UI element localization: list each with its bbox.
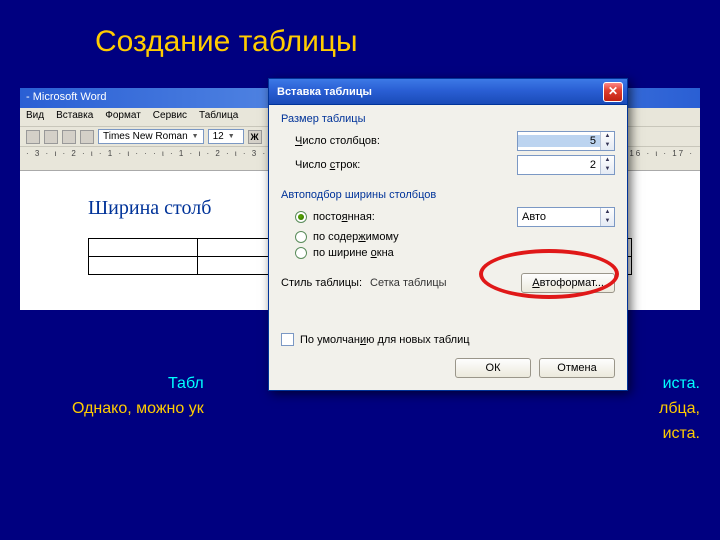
default-checkbox[interactable]	[281, 333, 294, 346]
dialog-titlebar[interactable]: Вставка таблицы ✕	[269, 79, 627, 105]
font-name: Times New Roman	[103, 131, 188, 142]
menu-view[interactable]: Вид	[26, 110, 44, 124]
row-columns: Число столбцов: 5 ▲▼	[295, 131, 615, 151]
columns-label: Число столбцов:	[295, 135, 517, 147]
group-size: Размер таблицы	[281, 113, 615, 125]
row-window: по ширине окна	[295, 247, 615, 259]
row-default-check: По умолчанию для новых таблиц	[281, 333, 615, 346]
bold-icon[interactable]: Ж	[248, 130, 262, 144]
toolbar-icon[interactable]	[80, 130, 94, 144]
radio-fixed[interactable]	[295, 211, 307, 223]
body-line-2: Однако, можно ук лбца,	[20, 400, 700, 418]
menu-table[interactable]: Таблица	[199, 110, 238, 124]
spin-buttons[interactable]: ▲▼	[600, 132, 614, 150]
row-content: по содержимому	[295, 231, 615, 243]
font-size: 12	[213, 131, 224, 142]
ok-button[interactable]: ОК	[455, 358, 531, 378]
radio-content-label: по содержимому	[313, 231, 399, 243]
body-line-3: иста.	[20, 425, 700, 443]
row-rows: Число строк: 2 ▲▼	[295, 155, 615, 175]
menu-service[interactable]: Сервис	[153, 110, 187, 124]
insert-table-dialog: Вставка таблицы ✕ Размер таблицы Число с…	[268, 78, 628, 391]
toolbar-icon[interactable]	[62, 130, 76, 144]
toolbar-icon[interactable]	[26, 130, 40, 144]
text-fragment: иста.	[663, 425, 700, 443]
toolbar-icon[interactable]	[44, 130, 58, 144]
width-spinbox[interactable]: Авто ▲▼	[517, 207, 615, 227]
columns-value: 5	[518, 135, 600, 147]
close-icon[interactable]: ✕	[603, 82, 623, 102]
cancel-button[interactable]: Отмена	[539, 358, 615, 378]
radio-fixed-label: постоянная:	[313, 211, 375, 223]
width-value: Авто	[518, 211, 600, 223]
row-style: Стиль таблицы: Сетка таблицы Автоформат.…	[281, 273, 615, 293]
dialog-buttons: ОК Отмена	[281, 358, 615, 378]
rows-spinbox[interactable]: 2 ▲▼	[517, 155, 615, 175]
menu-format[interactable]: Формат	[105, 110, 141, 124]
font-selector[interactable]: Times New Roman ▼	[98, 129, 204, 144]
dropdown-icon: ▼	[228, 133, 235, 140]
text-fragment: иста.	[663, 375, 700, 393]
autoformat-button[interactable]: Автоформат...	[521, 273, 615, 293]
default-checkbox-label: По умолчанию для новых таблиц	[300, 334, 470, 346]
rows-value: 2	[518, 159, 600, 171]
spin-buttons[interactable]: ▲▼	[600, 208, 614, 226]
text-fragment: лбца,	[659, 400, 700, 418]
menu-insert[interactable]: Вставка	[56, 110, 93, 124]
spin-buttons[interactable]: ▲▼	[600, 156, 614, 174]
radio-content[interactable]	[295, 231, 307, 243]
columns-spinbox[interactable]: 5 ▲▼	[517, 131, 615, 151]
radio-window[interactable]	[295, 247, 307, 259]
row-fixed: постоянная: Авто ▲▼	[295, 207, 615, 227]
style-value: Сетка таблицы	[370, 277, 513, 289]
dialog-title: Вставка таблицы	[277, 86, 372, 98]
radio-window-label: по ширине окна	[313, 247, 394, 259]
dropdown-icon: ▼	[192, 133, 199, 140]
style-label: Стиль таблицы:	[281, 277, 362, 289]
group-autofit: Автоподбор ширины столбцов	[281, 189, 615, 201]
ruler-left: · 3 · ι · 2 · ι · 1 · ι · · · ι · 1 · ι …	[26, 149, 295, 158]
font-size-selector[interactable]: 12 ▼	[208, 129, 244, 144]
text-fragment: Табл	[168, 375, 204, 392]
text-fragment: Однако, можно ук	[72, 400, 204, 417]
rows-label: Число строк:	[295, 159, 517, 171]
slide-title: Создание таблицы	[95, 25, 358, 59]
